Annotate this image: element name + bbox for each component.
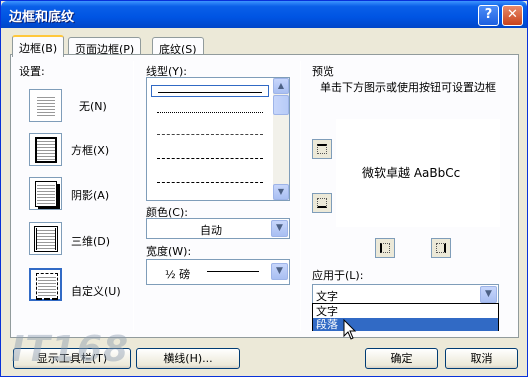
column-divider [133, 61, 134, 331]
apply-to-value: 文字 [316, 290, 338, 303]
show-toolbar-button[interactable]: 显示工具栏(T) [13, 348, 131, 369]
width-label: 宽度(W): [146, 245, 192, 258]
setting-box-button[interactable] [29, 133, 62, 166]
line-style-dotted[interactable] [151, 106, 269, 118]
preview-heading: 预览 [312, 65, 334, 78]
setting-box-label: 方框(X) [71, 144, 110, 157]
horizontal-line-button[interactable]: 横线(H)... [136, 348, 240, 369]
line-style-scrollbar[interactable]: ▲ ▼ [273, 78, 289, 200]
right-border-button[interactable] [431, 238, 451, 258]
mouse-pointer-icon [343, 319, 357, 340]
width-select[interactable]: ½ 磅 ▼ [146, 259, 290, 285]
scroll-down-icon[interactable]: ▼ [273, 184, 289, 200]
bottom-border-icon [317, 198, 327, 208]
close-button[interactable]: ✕ [502, 5, 523, 26]
column-divider [300, 61, 301, 331]
preview-hint: 单击下方图示或使用按钮可设置边框 [320, 81, 496, 94]
title-bar: 边框和底纹 ? ✕ [1, 1, 527, 28]
apply-to-dropdown: 文字 段落 [312, 303, 499, 331]
width-sample-line [207, 271, 259, 272]
line-style-dash-dot[interactable] [151, 176, 269, 188]
chevron-down-icon[interactable]: ▼ [480, 286, 497, 303]
setting-3d-label: 三维(D) [71, 235, 111, 248]
settings-heading: 设置: [19, 65, 45, 78]
scroll-thumb[interactable] [273, 95, 289, 115]
dropdown-option-paragraph[interactable]: 段落 [313, 318, 498, 331]
left-border-icon [380, 243, 390, 253]
tab-borders[interactable]: 边框(B) [12, 35, 65, 57]
ok-button[interactable]: 确定 [365, 348, 438, 369]
top-border-icon [317, 144, 327, 154]
chevron-down-icon[interactable]: ▼ [271, 263, 288, 280]
help-button[interactable]: ? [478, 5, 499, 26]
color-value: 自动 [200, 224, 222, 237]
line-style-fine-dash[interactable] [151, 128, 269, 140]
setting-3d-button[interactable] [29, 222, 62, 255]
dialog-title: 边框和底纹 [9, 10, 75, 25]
preview-area[interactable]: 微软卓越 AaBbCc [336, 119, 500, 227]
bottom-border-button[interactable] [312, 193, 332, 213]
setting-shadow-label: 阴影(A) [71, 189, 110, 202]
setting-custom-button[interactable] [29, 268, 62, 301]
right-border-icon [436, 243, 446, 253]
width-value: ½ 磅 [165, 268, 191, 281]
left-border-button[interactable] [375, 238, 395, 258]
preview-sample-text: 微软卓越 AaBbCc [362, 166, 461, 180]
setting-none-label: 无(N) [79, 100, 107, 113]
line-style-solid[interactable] [151, 85, 269, 97]
dropdown-option-text[interactable]: 文字 [313, 305, 498, 318]
scroll-up-icon[interactable]: ▲ [273, 78, 289, 94]
borders-shading-dialog: 边框和底纹 ? ✕ 边框(B) 页面边框(P) 底纹(S) 设置: 无(N) 方… [0, 0, 528, 377]
setting-none-button[interactable] [29, 89, 62, 122]
cancel-button[interactable]: 取消 [445, 348, 518, 369]
apply-to-select[interactable]: 文字 ▼ [312, 284, 499, 305]
chevron-down-icon[interactable]: ▼ [271, 220, 288, 237]
line-style-list[interactable]: ▲ ▼ [146, 77, 290, 201]
line-style-dash[interactable] [151, 152, 269, 164]
setting-shadow-button[interactable] [29, 177, 62, 210]
apply-to-label: 应用于(L): [312, 269, 364, 282]
setting-custom-label: 自定义(U) [71, 285, 121, 298]
top-border-button[interactable] [312, 139, 332, 159]
color-select[interactable]: 自动 ▼ [146, 218, 290, 239]
